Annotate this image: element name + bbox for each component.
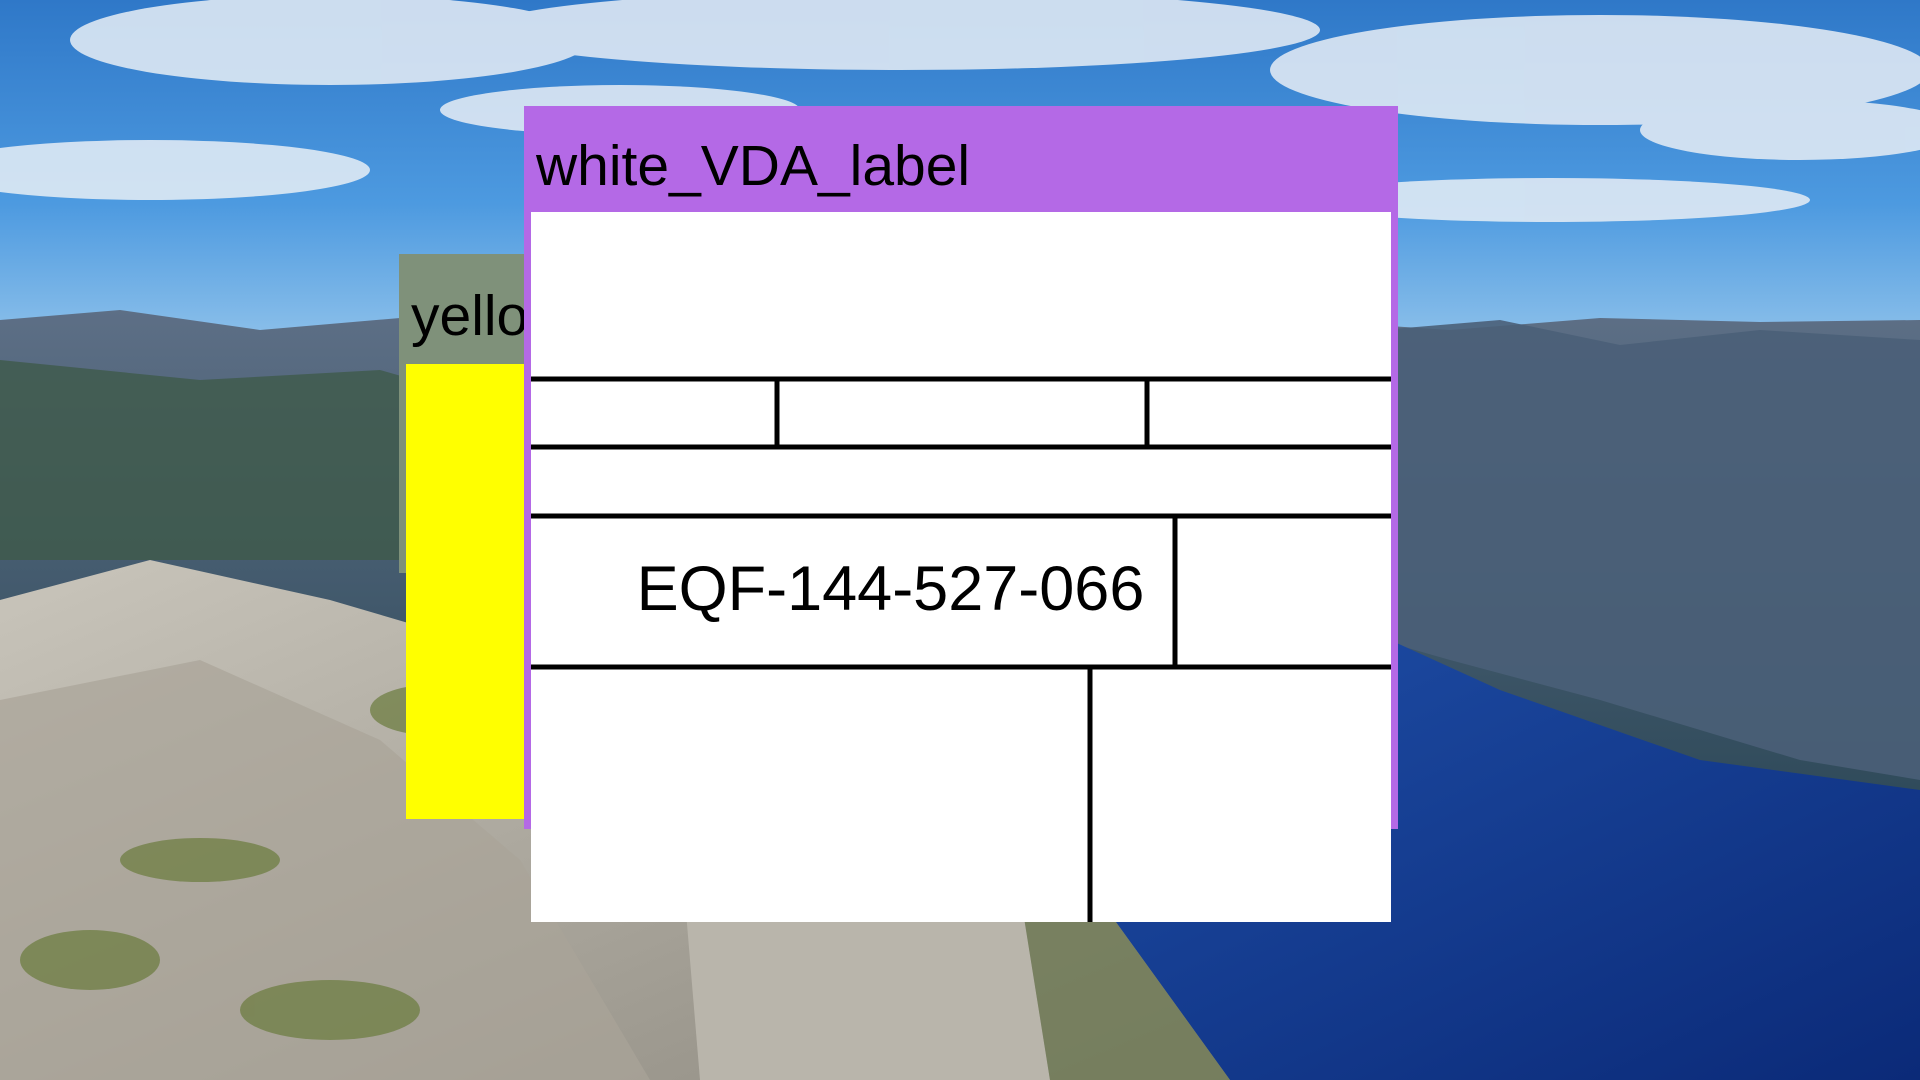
label-id-text: EQF-144-527-066 — [636, 554, 1145, 624]
vda-label-content[interactable]: EQF-144-527-066 — [531, 212, 1391, 922]
desktop: yellow_window white_VDA_label EQF-144-52… — [0, 0, 1920, 1080]
white-vda-label-window-title[interactable]: white_VDA_label — [524, 106, 1398, 210]
white-vda-label-window[interactable]: white_VDA_label EQF-144-527-066 — [524, 106, 1398, 922]
